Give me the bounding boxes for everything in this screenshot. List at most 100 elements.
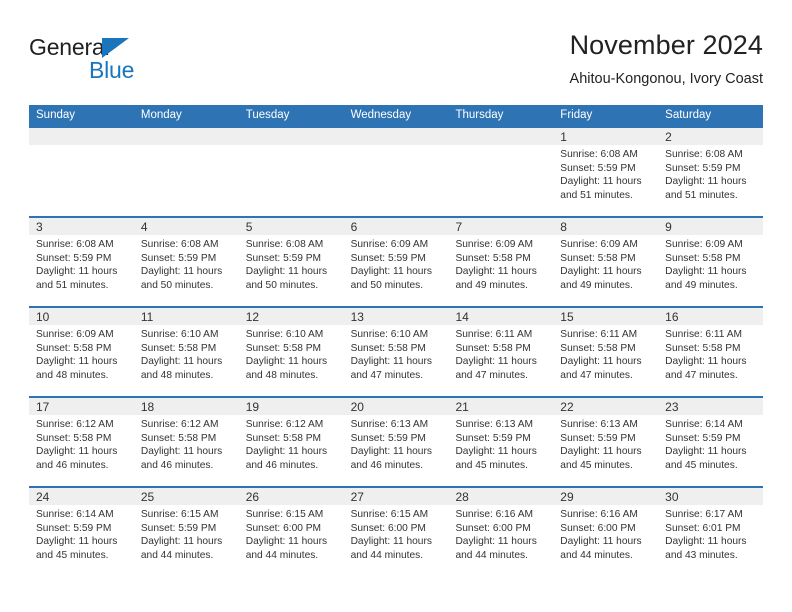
day-cell[interactable]: 28 Sunrise: 6:16 AM Sunset: 6:00 PM Dayl…	[448, 488, 554, 576]
day-number: 22	[560, 400, 574, 414]
sunrise-text: Sunrise: 6:15 AM	[245, 509, 324, 520]
day-cell[interactable]: 24 Sunrise: 6:14 AM Sunset: 5:59 PM Dayl…	[29, 488, 134, 576]
day-number: 7	[455, 220, 463, 234]
sunset-text: Sunset: 6:00 PM	[350, 522, 426, 534]
daylight-text-line2: and 51 minutes.	[665, 189, 738, 201]
daylight-text-line2: and 46 minutes.	[350, 459, 424, 471]
day-cell[interactable]: 25 Sunrise: 6:15 AM Sunset: 5:59 PM Dayl…	[133, 488, 239, 576]
day-cell[interactable]: 23 Sunrise: 6:14 AM Sunset: 5:59 PM Dayl…	[658, 398, 764, 486]
title-block: November 2024 Ahitou-Kongonou, Ivory Coa…	[570, 28, 763, 90]
sunset-text: Sunset: 5:58 PM	[455, 342, 531, 354]
day-cell[interactable]: 8 Sunrise: 6:09 AM Sunset: 5:58 PM Dayli…	[553, 218, 659, 306]
daylight-text-line1: Daylight: 11 hours	[665, 356, 747, 368]
calendar-grid: Sunday Monday Tuesday Wednesday Thursday…	[29, 105, 764, 576]
sunrise-text: Sunrise: 6:16 AM	[560, 509, 638, 520]
sunrise-text: Sunrise: 6:08 AM	[665, 149, 743, 160]
day-number: 18	[140, 400, 155, 414]
day-cell[interactable]: 13 Sunrise: 6:10 AM Sunset: 5:58 PM Dayl…	[343, 308, 449, 396]
daylight-text-line2: and 49 minutes.	[560, 279, 633, 291]
sunrise-text: Sunrise: 6:13 AM	[560, 419, 638, 430]
day-cell[interactable]: 18 Sunrise: 6:12 AM Sunset: 5:58 PM Dayl…	[133, 398, 239, 486]
daylight-text-line2: and 45 minutes.	[560, 459, 633, 471]
week-row: 10 Sunrise: 6:09 AM Sunset: 5:58 PM Dayl…	[29, 306, 764, 396]
day-number: 30	[665, 490, 679, 504]
daylight-text-line1: Daylight: 11 hours	[36, 536, 118, 548]
sunset-text: Sunset: 5:59 PM	[140, 522, 217, 534]
daylight-text-line1: Daylight: 11 hours	[350, 266, 432, 278]
day-number: 6	[350, 220, 358, 234]
sunset-text: Sunset: 6:00 PM	[245, 522, 322, 534]
day-cell[interactable]: 16 Sunrise: 6:11 AM Sunset: 5:58 PM Dayl…	[658, 308, 764, 396]
day-cell[interactable]: 26 Sunrise: 6:15 AM Sunset: 6:00 PM Dayl…	[238, 488, 344, 576]
day-cell[interactable]: 30 Sunrise: 6:17 AM Sunset: 6:01 PM Dayl…	[658, 488, 764, 576]
day-cell[interactable]: 4 Sunrise: 6:08 AM Sunset: 5:59 PM Dayli…	[133, 218, 239, 306]
daylight-text-line2: and 45 minutes.	[36, 549, 109, 561]
daylight-text-line1: Daylight: 11 hours	[245, 266, 328, 278]
daylight-text-line2: and 44 minutes.	[560, 549, 633, 561]
sunrise-text: Sunrise: 6:14 AM	[665, 419, 743, 430]
day-number: 23	[665, 400, 679, 414]
day-cell[interactable]: 11 Sunrise: 6:10 AM Sunset: 5:58 PM Dayl…	[133, 308, 239, 396]
day-cell[interactable]: 21 Sunrise: 6:13 AM Sunset: 5:59 PM Dayl…	[448, 398, 554, 486]
daylight-text-line1: Daylight: 11 hours	[140, 446, 223, 458]
sunrise-text: Sunrise: 6:13 AM	[350, 419, 429, 430]
day-cell[interactable]: 15 Sunrise: 6:11 AM Sunset: 5:58 PM Dayl…	[553, 308, 659, 396]
day-cell[interactable]: 5 Sunrise: 6:08 AM Sunset: 5:59 PM Dayli…	[238, 218, 344, 306]
day-cell[interactable]: 2 Sunrise: 6:08 AM Sunset: 5:59 PM Dayli…	[658, 128, 764, 216]
sunrise-text: Sunrise: 6:16 AM	[455, 509, 534, 520]
daylight-text-line2: and 45 minutes.	[665, 459, 738, 471]
sunset-text: Sunset: 5:59 PM	[36, 522, 112, 534]
sunset-text: Sunset: 5:58 PM	[245, 342, 322, 354]
day-cell[interactable]: 19 Sunrise: 6:12 AM Sunset: 5:58 PM Dayl…	[238, 398, 344, 486]
day-number: 19	[245, 400, 260, 414]
weekday-sunday: Sunday	[36, 109, 76, 121]
day-cell[interactable]: 27 Sunrise: 6:15 AM Sunset: 6:00 PM Dayl…	[343, 488, 449, 576]
day-cell[interactable]: 12 Sunrise: 6:10 AM Sunset: 5:58 PM Dayl…	[238, 308, 344, 396]
sunset-text: Sunset: 5:58 PM	[455, 252, 531, 264]
daylight-text-line2: and 47 minutes.	[350, 369, 424, 381]
daylight-text-line2: and 50 minutes.	[140, 279, 214, 291]
daylight-text-line1: Daylight: 11 hours	[350, 536, 432, 548]
day-cell-empty	[448, 128, 554, 216]
week-row: 17 Sunrise: 6:12 AM Sunset: 5:58 PM Dayl…	[29, 396, 764, 486]
sunrise-text: Sunrise: 6:09 AM	[350, 239, 429, 250]
calendar-page: General Blue November 2024 Ahitou-Kongon…	[0, 0, 792, 612]
daylight-text-line2: and 44 minutes.	[140, 549, 214, 561]
sunrise-text: Sunrise: 6:08 AM	[245, 239, 324, 250]
day-cell[interactable]: 20 Sunrise: 6:13 AM Sunset: 5:59 PM Dayl…	[343, 398, 449, 486]
daylight-text-line2: and 46 minutes.	[245, 459, 319, 471]
sunrise-text: Sunrise: 6:09 AM	[665, 239, 743, 250]
sunrise-text: Sunrise: 6:08 AM	[36, 239, 114, 250]
daylight-text-line2: and 51 minutes.	[560, 189, 633, 201]
day-cell[interactable]: 14 Sunrise: 6:11 AM Sunset: 5:58 PM Dayl…	[448, 308, 554, 396]
daylight-text-line1: Daylight: 11 hours	[36, 446, 118, 458]
day-cell[interactable]: 1 Sunrise: 6:08 AM Sunset: 5:59 PM Dayli…	[553, 128, 659, 216]
daylight-text-line2: and 44 minutes.	[350, 549, 424, 561]
sunset-text: Sunset: 5:58 PM	[140, 342, 217, 354]
sunrise-text: Sunrise: 6:11 AM	[560, 329, 638, 340]
sunrise-text: Sunrise: 6:08 AM	[140, 239, 219, 250]
day-cell[interactable]: 6 Sunrise: 6:09 AM Sunset: 5:59 PM Dayli…	[343, 218, 449, 306]
day-cell[interactable]: 3 Sunrise: 6:08 AM Sunset: 5:59 PM Dayli…	[29, 218, 134, 306]
daylight-text-line1: Daylight: 11 hours	[560, 356, 642, 368]
day-cell[interactable]: 22 Sunrise: 6:13 AM Sunset: 5:59 PM Dayl…	[553, 398, 659, 486]
day-cell[interactable]: 29 Sunrise: 6:16 AM Sunset: 6:00 PM Dayl…	[553, 488, 659, 576]
daylight-text-line2: and 48 minutes.	[36, 369, 109, 381]
day-cell[interactable]: 10 Sunrise: 6:09 AM Sunset: 5:58 PM Dayl…	[29, 308, 134, 396]
daylight-text-line2: and 49 minutes.	[665, 279, 738, 291]
daylight-text-line2: and 48 minutes.	[140, 369, 214, 381]
day-cell[interactable]: 17 Sunrise: 6:12 AM Sunset: 5:58 PM Dayl…	[29, 398, 134, 486]
daylight-text-line2: and 44 minutes.	[245, 549, 319, 561]
logo-triangle-icon	[102, 38, 129, 58]
day-cell[interactable]: 9 Sunrise: 6:09 AM Sunset: 5:58 PM Dayli…	[658, 218, 764, 306]
sunset-text: Sunset: 6:00 PM	[560, 522, 636, 534]
page-title: November 2024	[569, 30, 763, 60]
day-number: 13	[350, 310, 364, 324]
daylight-text-line1: Daylight: 11 hours	[665, 536, 747, 548]
daylight-text-line1: Daylight: 11 hours	[140, 536, 223, 548]
sunset-text: Sunset: 5:58 PM	[140, 432, 217, 444]
sunset-text: Sunset: 5:59 PM	[245, 252, 322, 264]
sunset-text: Sunset: 5:58 PM	[36, 432, 112, 444]
day-cell-empty	[133, 128, 239, 216]
day-cell[interactable]: 7 Sunrise: 6:09 AM Sunset: 5:58 PM Dayli…	[448, 218, 554, 306]
